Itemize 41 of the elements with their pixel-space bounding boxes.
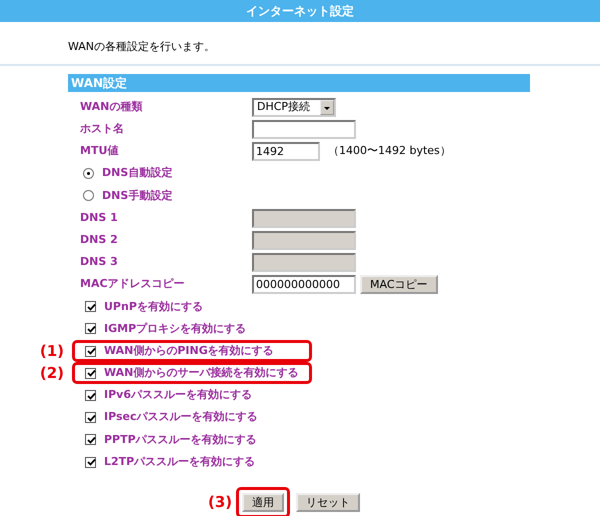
checkbox-label: WAN側からのサーバ接続を有効にする [104, 365, 298, 382]
field-label: DNS 1 [80, 210, 118, 224]
range-note: （1400〜1492 bytes） [328, 143, 451, 160]
radio-label: DNS自動設定 [102, 165, 172, 182]
callout-label: (3) [208, 492, 234, 514]
checkbox[interactable] [85, 323, 96, 334]
checkbox-label: UPnPを有効にする [104, 298, 203, 315]
field-label: MTU値 [80, 144, 118, 158]
wan-type-dropdown[interactable]: DHCP接続 [252, 98, 336, 117]
checkbox[interactable] [85, 301, 96, 312]
field-label: DNS 2 [80, 232, 118, 246]
text-field[interactable] [252, 120, 356, 139]
field-label: DNS 3 [80, 255, 118, 268]
checkbox-label: PPTPパススルーを有効にする [104, 432, 257, 448]
field-label: MACアドレスコピー [80, 277, 185, 290]
checkbox-label: IPv6パススルーを有効にする [104, 387, 252, 404]
callout-label: (2) [38, 363, 65, 384]
checkbox-label: IPsecパススルーを有効にする [104, 409, 258, 426]
checkbox[interactable] [85, 346, 96, 357]
text-field[interactable]: 000000000000 [252, 275, 356, 294]
checkbox[interactable] [85, 390, 96, 402]
description-text: WANの各種設定を行います。 [68, 40, 216, 53]
page-title: インターネット設定 [0, 0, 600, 22]
checkbox-label: L2TPパススルーを有効にする [104, 454, 256, 470]
radio-label: DNS手動設定 [102, 188, 172, 204]
checkbox[interactable] [85, 412, 96, 424]
field-label: WANの種類 [80, 100, 142, 113]
apply-button[interactable]: 適用 [242, 493, 284, 512]
checkbox[interactable] [85, 456, 96, 468]
checkbox-label: IGMPプロキシを有効にする [104, 320, 246, 337]
field-label: ホスト名 [80, 122, 124, 136]
checkbox[interactable] [85, 434, 96, 446]
radio-button[interactable] [83, 168, 94, 180]
checkbox-label: WAN側からのPINGを有効にする [104, 342, 274, 359]
mac-copy-button[interactable]: MACコピー [360, 275, 438, 294]
callout-label: (1) [38, 340, 65, 362]
radio-button[interactable] [83, 190, 94, 202]
checkbox[interactable] [85, 368, 96, 379]
reset-button[interactable]: リセット [296, 493, 360, 512]
section-header: WAN設定 [68, 74, 530, 92]
text-field[interactable]: 1492 [252, 142, 320, 161]
